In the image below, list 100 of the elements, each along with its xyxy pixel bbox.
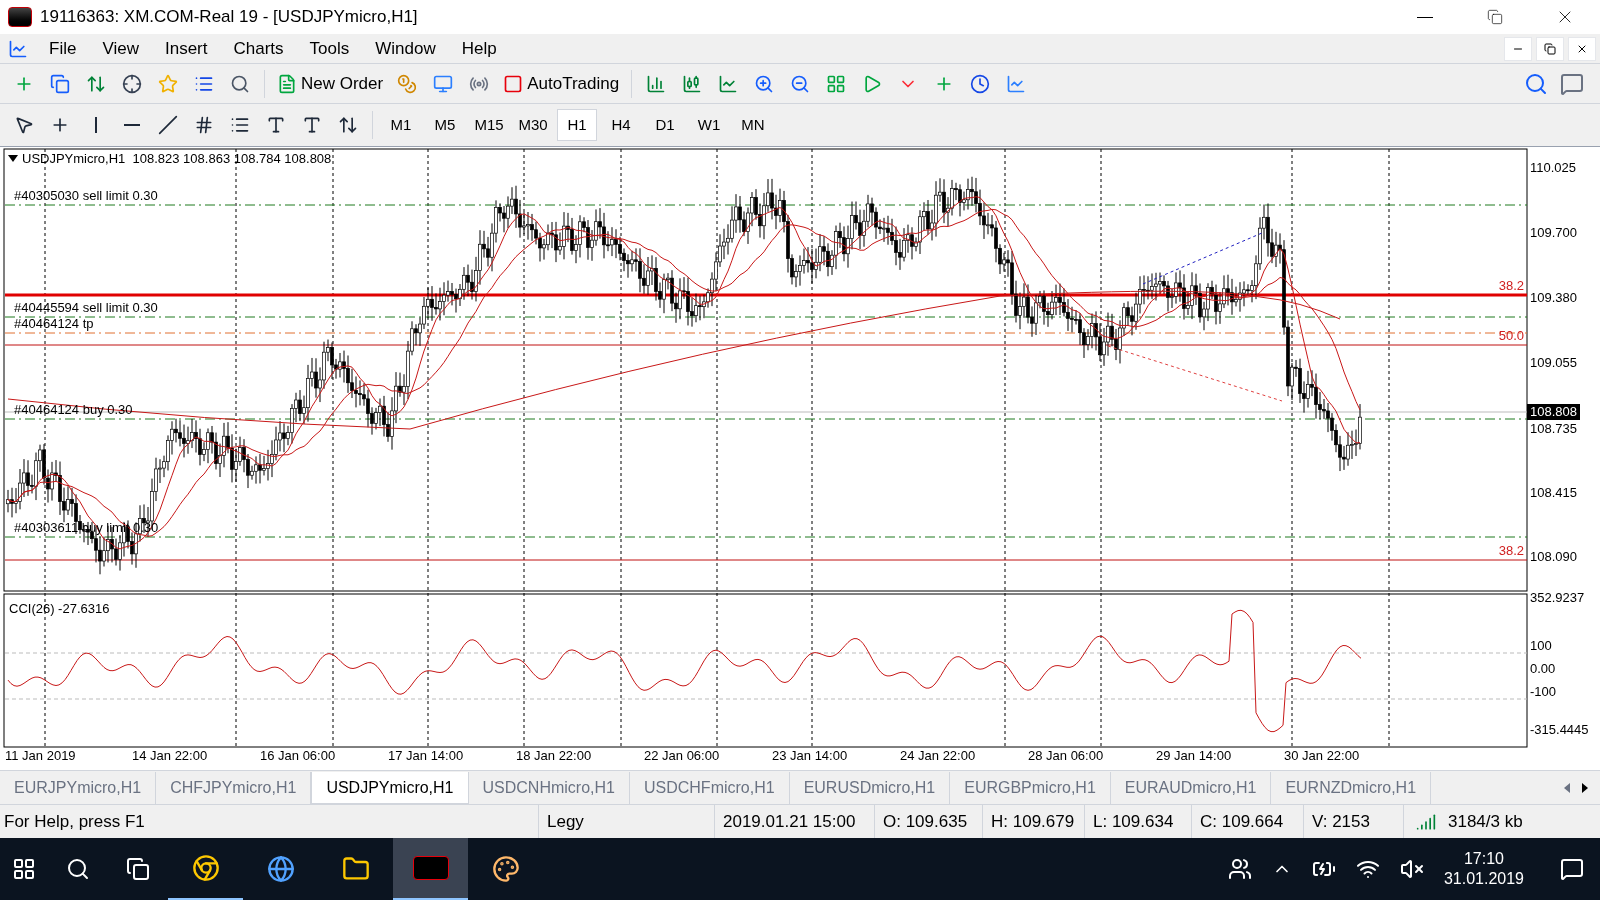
- zoom-in-icon: [754, 73, 775, 94]
- clock-icon: [970, 73, 991, 94]
- timeframe-button[interactable]: M5: [425, 109, 465, 141]
- fibonacci-label: 38.2: [1498, 544, 1524, 557]
- browser-icon: [191, 854, 220, 882]
- order-label: #40445594 sell limit 0.30: [14, 301, 158, 314]
- crosshair-icon: [122, 73, 142, 94]
- chart-tab[interactable]: EURGBPmicro,H1: [950, 772, 1111, 804]
- status-help: For Help, press F1: [3, 810, 146, 833]
- text-icon: [266, 115, 286, 135]
- folder-icon: [341, 855, 370, 883]
- stop-icon: [503, 73, 524, 94]
- status-traffic: 3184/3 kb: [1448, 810, 1523, 833]
- time-axis-label: 22 Jan 06:00: [644, 749, 720, 762]
- fibonacci-label: 38.2: [1498, 279, 1524, 292]
- menu-item[interactable]: File: [36, 35, 90, 62]
- vertical-line-icon: [95, 117, 97, 133]
- child-window-button[interactable]: [1504, 36, 1532, 61]
- autotrading-button[interactable]: AutoTrading: [499, 67, 624, 100]
- candlestick-icon: [682, 73, 703, 94]
- browser-icon: [266, 855, 295, 883]
- price-axis-label: 109.700: [1530, 226, 1577, 239]
- app-logo-icon: [412, 856, 449, 880]
- indicator-axis-label: 352.9237: [1530, 591, 1585, 604]
- bar-chart-icon: [646, 73, 667, 94]
- search-icon: [230, 73, 250, 94]
- document-plus-icon: [277, 73, 297, 94]
- price-axis-label: 108.090: [1530, 550, 1577, 563]
- timeframe-button[interactable]: H1: [557, 109, 597, 141]
- search-icon: [66, 857, 90, 881]
- menu-item[interactable]: Help: [448, 35, 510, 62]
- time-axis-label: 14 Jan 22:00: [132, 749, 208, 762]
- child-window-button[interactable]: [1536, 36, 1564, 61]
- timeframe-button[interactable]: H4: [601, 109, 641, 141]
- current-price-label: 108.808: [1527, 404, 1580, 420]
- people-icon: [1227, 857, 1252, 881]
- indicator-axis-label: 100: [1530, 639, 1552, 652]
- new-order-button[interactable]: New Order: [273, 67, 388, 100]
- indicator-axis-label: -315.4445: [1530, 723, 1589, 736]
- menu-item[interactable]: Charts: [220, 35, 297, 62]
- arrows-icon: [338, 115, 358, 135]
- timeframe-button[interactable]: M15: [469, 109, 509, 141]
- start-icon: [12, 857, 36, 881]
- coins-icon: [397, 73, 418, 94]
- task-view-icon: [126, 857, 150, 881]
- time-axis-label: 11 Jan 2019: [5, 749, 76, 762]
- price-axis-label: 109.055: [1530, 356, 1577, 369]
- clock-date: 31.01.2019: [1443, 869, 1524, 889]
- menu-item[interactable]: View: [89, 35, 152, 62]
- palette-icon: [491, 855, 520, 883]
- order-label: #40305030 sell limit 0.30: [14, 189, 158, 202]
- indicator-label: CCI(26) -27.6316: [9, 600, 110, 618]
- line-chart-icon: [718, 73, 739, 94]
- tab-scroll-left-icon: [1564, 783, 1570, 793]
- timeframe-button[interactable]: MN: [733, 109, 773, 141]
- horizontal-line-icon: [124, 124, 140, 126]
- timeframe-button[interactable]: D1: [645, 109, 685, 141]
- timeframe-button[interactable]: M1: [381, 109, 421, 141]
- search-icon: [1524, 71, 1548, 96]
- chart-tab[interactable]: EURAUDmicro,H1: [1110, 772, 1272, 804]
- chart-tab[interactable]: EURJPYmicro,H1: [0, 772, 157, 804]
- computer-icon: [433, 73, 454, 94]
- menu-item[interactable]: Tools: [296, 35, 363, 62]
- trend-line-icon: [158, 115, 178, 135]
- collapse-triangle-icon: [8, 155, 18, 163]
- chart-tab[interactable]: EURUSDmicro,H1: [789, 772, 951, 804]
- order-label: #40464124 tp: [14, 317, 94, 330]
- chart-tab[interactable]: EURNZDmicro,H1: [1271, 772, 1432, 804]
- cursor-icon: [14, 115, 34, 135]
- mute-icon: [1399, 857, 1424, 881]
- channel-icon: [194, 115, 214, 135]
- tab-scroll-right-icon: [1582, 783, 1588, 793]
- time-axis-label: 30 Jan 22:00: [1284, 749, 1360, 762]
- timeframe-button[interactable]: M30: [513, 109, 553, 141]
- chart-tab[interactable]: USDCHFmicro,H1: [629, 772, 790, 804]
- price-axis-label: 109.380: [1530, 291, 1577, 304]
- time-axis-label: 17 Jan 14:00: [388, 749, 464, 762]
- time-axis-label: 29 Jan 14:00: [1156, 749, 1232, 762]
- window-title: 19116363: XM.COM-Real 19 - [USDJPYmicro,H1]: [40, 6, 418, 29]
- chart-tab[interactable]: USDJPYmicro,H1: [311, 772, 469, 804]
- taskbar-button[interactable]: [393, 838, 468, 900]
- windows-icon: [50, 73, 70, 94]
- tile-icon: [826, 73, 847, 94]
- time-axis-label: 23 Jan 14:00: [772, 749, 848, 762]
- time-axis-label: 24 Jan 22:00: [900, 749, 976, 762]
- menu-item[interactable]: Insert: [151, 35, 221, 62]
- time-axis-label: 28 Jan 06:00: [1028, 749, 1104, 762]
- chat-icon: [1560, 71, 1584, 96]
- indicator-axis-label: 0.00: [1530, 662, 1556, 675]
- chart-window-icon: [8, 38, 28, 59]
- restore-icon: [1544, 42, 1556, 55]
- notification-icon: [1560, 857, 1584, 881]
- timeframe-button[interactable]: W1: [689, 109, 729, 141]
- time-axis-label: 18 Jan 22:00: [516, 749, 592, 762]
- chart-tab[interactable]: USDCNHmicro,H1: [468, 772, 630, 804]
- time-axis-label: 16 Jan 06:00: [260, 749, 336, 762]
- price-axis-label: 110.025: [1530, 161, 1577, 174]
- zoom-out-icon: [790, 73, 811, 94]
- menu-item[interactable]: Window: [362, 35, 449, 62]
- restore-icon: [1487, 9, 1503, 25]
